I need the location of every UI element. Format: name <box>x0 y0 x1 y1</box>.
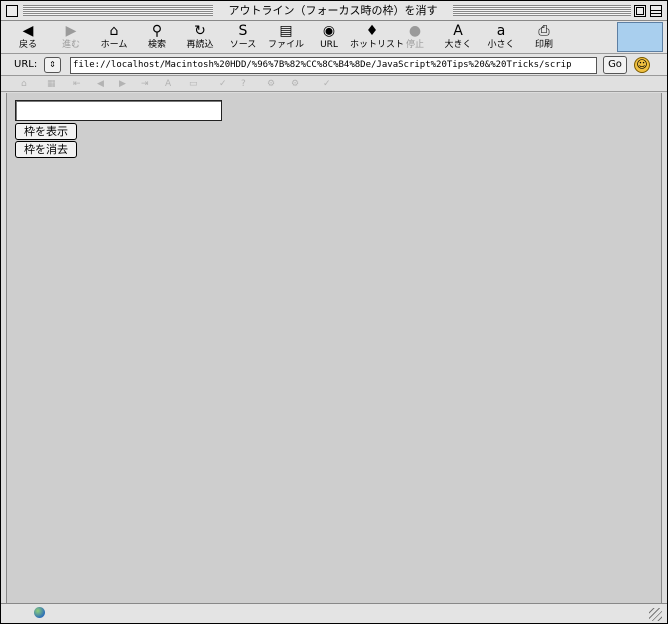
toolbar-button-label: 再読込 <box>186 40 214 50</box>
resize-grip[interactable] <box>649 608 662 621</box>
secondary-bar-icon: ▦ <box>47 79 56 89</box>
toolbar-button-label: ファイル <box>267 40 304 50</box>
toolbar-button-label: 大きく <box>444 40 472 50</box>
toolbar-button-back-arrow[interactable]: ◀ 戻る <box>6 23 50 53</box>
file-icon: ▤ <box>279 23 293 39</box>
print-icon: ⎙ <box>538 23 550 39</box>
reload-icon: ↻ <box>194 23 206 39</box>
toolbar-button-hotlist[interactable]: ♦ ホットリスト <box>350 23 405 53</box>
toolbar-button-smaller-text[interactable]: a 小さく <box>479 23 523 53</box>
browser-window: アウトライン（フォーカス時の枠）を消す ◀ 戻る ▶ 進む ⌂ ホーム ⚲ 検索 ↻ 再読込 S ソー… <box>0 0 668 624</box>
toolbar: ◀ 戻る ▶ 進む ⌂ ホーム ⚲ 検索 ↻ 再読込 S ソース ▤ ファイル ◉ URL ♦ ホットリスト ● 停止… <box>1 21 667 54</box>
hide-outline-button[interactable]: 枠を消去 <box>15 141 77 158</box>
secondary-bar-icon: ◀ <box>97 79 104 89</box>
secondary-icon-bar: ⌂ ▦ ⇤ ◀ ▶ ⇥ A ▭ ✓? ⚙ ⚙ ✓ <box>1 76 667 92</box>
back-arrow-icon: ◀ <box>22 23 34 39</box>
stop-icon: ● <box>408 23 422 39</box>
secondary-bar-icon: ▭ <box>189 79 198 89</box>
home-icon: ⌂ <box>109 23 119 39</box>
toolbar-button-reload[interactable]: ↻ 再読込 <box>178 23 222 53</box>
show-outline-button[interactable]: 枠を表示 <box>15 123 77 140</box>
smaller-text-icon: a <box>496 23 506 39</box>
bigger-text-icon: A <box>453 23 463 39</box>
url-history-stepper[interactable]: ⇕ <box>44 57 61 73</box>
forward-arrow-icon: ▶ <box>65 23 77 39</box>
hotlist-icon: ♦ <box>365 23 379 39</box>
secondary-bar-icon: A <box>165 79 172 89</box>
toolbar-button-url[interactable]: ◉ URL <box>307 23 351 53</box>
close-box[interactable] <box>6 5 18 17</box>
collapse-box[interactable] <box>650 5 662 17</box>
secondary-bar-icon: ▶ <box>119 79 126 89</box>
toolbar-button-label: URL <box>320 40 338 50</box>
secondary-bar-icon: ⚙ <box>267 79 276 89</box>
toolbar-button-label: ホットリスト <box>350 40 405 50</box>
toolbar-button-label: 検索 <box>147 40 166 50</box>
toolbar-button-home[interactable]: ⌂ ホーム <box>92 23 136 53</box>
title-stripes-right <box>453 5 631 16</box>
toolbar-button-stop[interactable]: ● 停止 <box>393 23 437 53</box>
title-bar[interactable]: アウトライン（フォーカス時の枠）を消す <box>1 1 667 21</box>
zoom-box[interactable] <box>634 5 646 17</box>
toolbar-button-file[interactable]: ▤ ファイル <box>264 23 308 53</box>
source-icon: S <box>238 23 248 39</box>
toolbar-button-label: 進む <box>61 40 80 50</box>
window-title: アウトライン（フォーカス時の枠）を消す <box>213 3 453 19</box>
toolbar-button-label: 戻る <box>18 40 37 50</box>
secondary-bar-icon: ⇥ <box>141 79 149 89</box>
text-input[interactable] <box>15 100 222 121</box>
toolbar-button-label: 印刷 <box>534 40 553 50</box>
address-bar: URL: ⇕ file://localhost/Macintosh%20HDD/… <box>1 54 667 76</box>
go-button[interactable]: Go <box>603 56 627 74</box>
url-label: URL: <box>14 59 38 70</box>
secondary-bar-icon: ? <box>241 79 246 89</box>
title-stripes-left <box>23 5 213 16</box>
toolbar-button-label: ソース <box>229 40 257 50</box>
toolbar-button-label: 停止 <box>405 40 424 50</box>
smiley-icon[interactable]: ☺ <box>634 57 650 73</box>
toolbar-button-source[interactable]: S ソース <box>221 23 265 53</box>
toolbar-button-label: 小さく <box>487 40 515 50</box>
page-content: 枠を表示 枠を消去 <box>6 93 662 603</box>
browser-logo-car-icon <box>617 22 663 52</box>
toolbar-button-search[interactable]: ⚲ 検索 <box>135 23 179 53</box>
toolbar-button-bigger-text[interactable]: A 大きく <box>436 23 480 53</box>
secondary-bar-icon: ✓ <box>323 79 331 89</box>
secondary-bar-icon: ⇤ <box>73 79 81 89</box>
secondary-bar-icon: ⚙ <box>291 79 300 89</box>
url-input[interactable]: file://localhost/Macintosh%20HDD/%96%7B%… <box>70 57 597 74</box>
globe-icon <box>34 607 45 618</box>
secondary-bar-icon: ✓ <box>219 79 227 89</box>
toolbar-button-print[interactable]: ⎙ 印刷 <box>522 23 566 53</box>
secondary-bar-icon: ⌂ <box>21 79 27 89</box>
url-icon: ◉ <box>322 23 336 39</box>
status-bar <box>1 603 667 623</box>
toolbar-button-label: ホーム <box>100 40 128 50</box>
search-icon: ⚲ <box>151 23 163 39</box>
toolbar-button-forward-arrow[interactable]: ▶ 進む <box>49 23 93 53</box>
